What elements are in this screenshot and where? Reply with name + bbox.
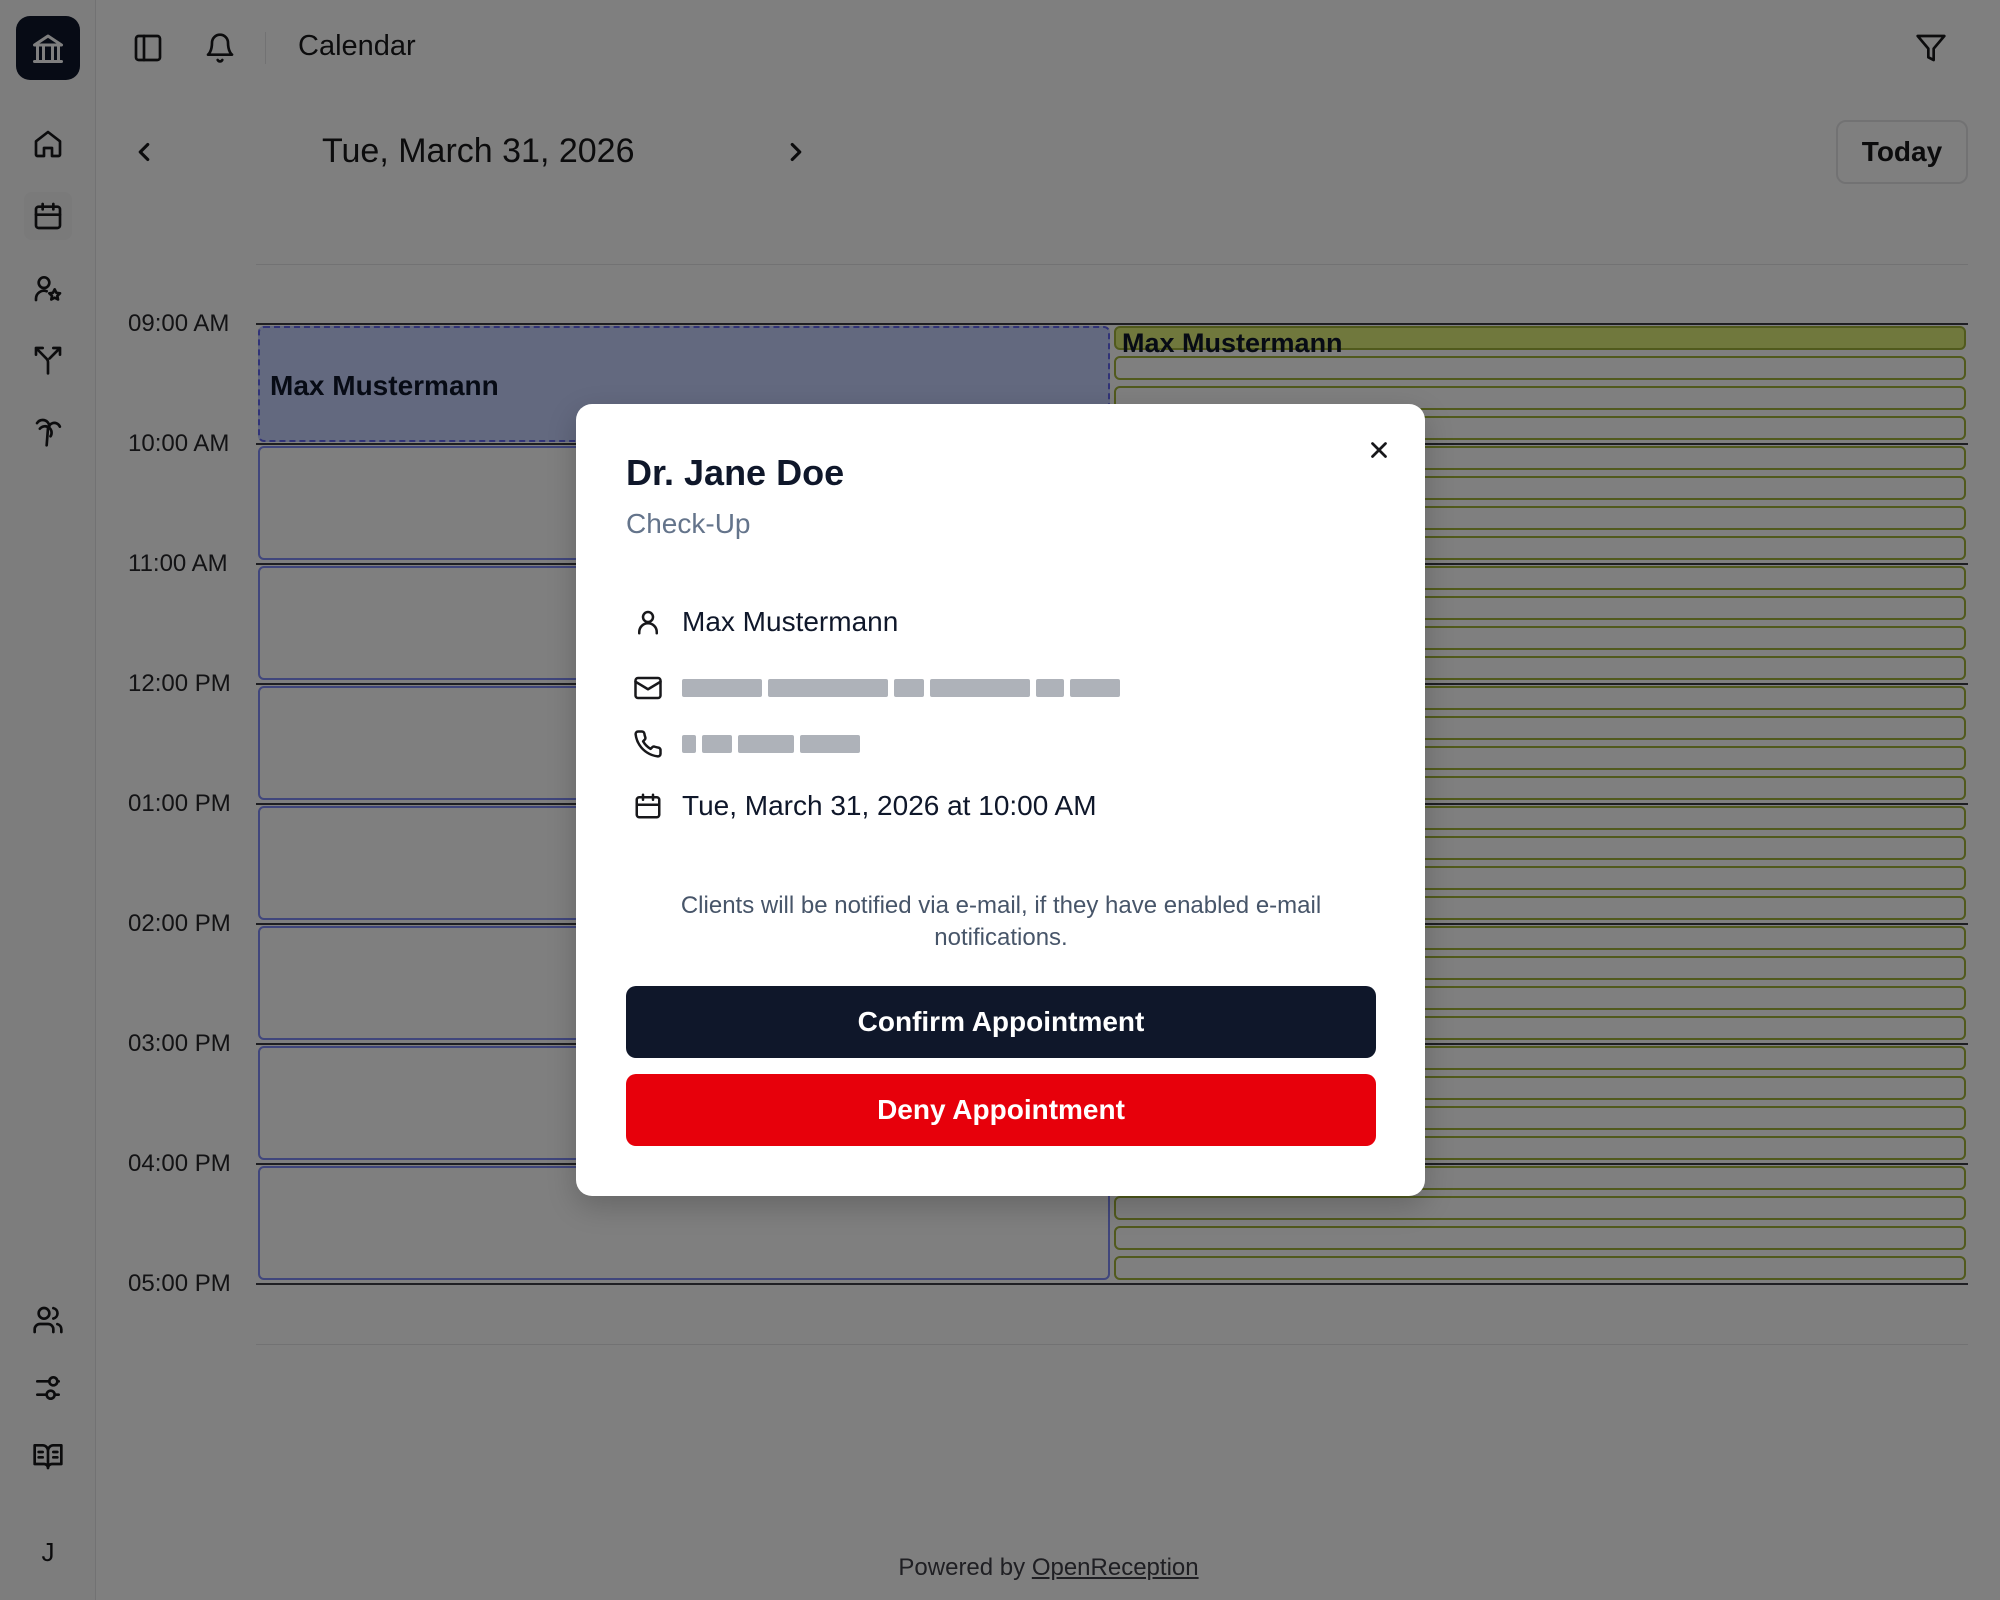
user-icon xyxy=(626,600,670,644)
dialog-subtitle: Check-Up xyxy=(626,508,751,539)
dialog-title: Dr. Jane Doe xyxy=(626,452,845,493)
close-icon xyxy=(1371,442,1387,458)
notification-notice: Clients will be notified via e-mail, if … xyxy=(680,892,1322,951)
appointment-dialog: Dr. Jane Doe Check-Up Max Mustermann Tue… xyxy=(576,404,1425,1196)
client-email-row xyxy=(626,666,1120,710)
appointment-time-row: Tue, March 31, 2026 at 10:00 AM xyxy=(626,784,1097,828)
calendar-icon xyxy=(626,784,670,828)
client-phone-row xyxy=(626,722,860,766)
client-name-row: Max Mustermann xyxy=(626,600,898,644)
deny-appointment-button[interactable]: Deny Appointment xyxy=(626,1074,1376,1146)
client-name: Max Mustermann xyxy=(682,606,899,637)
phone-icon xyxy=(626,722,670,766)
mail-icon xyxy=(626,666,670,710)
confirm-appointment-button[interactable]: Confirm Appointment xyxy=(626,986,1376,1058)
close-button[interactable] xyxy=(1359,430,1399,470)
redacted-phone xyxy=(682,732,860,756)
redacted-email xyxy=(682,676,1120,700)
appointment-time: Tue, March 31, 2026 at 10:00 AM xyxy=(682,790,1097,821)
